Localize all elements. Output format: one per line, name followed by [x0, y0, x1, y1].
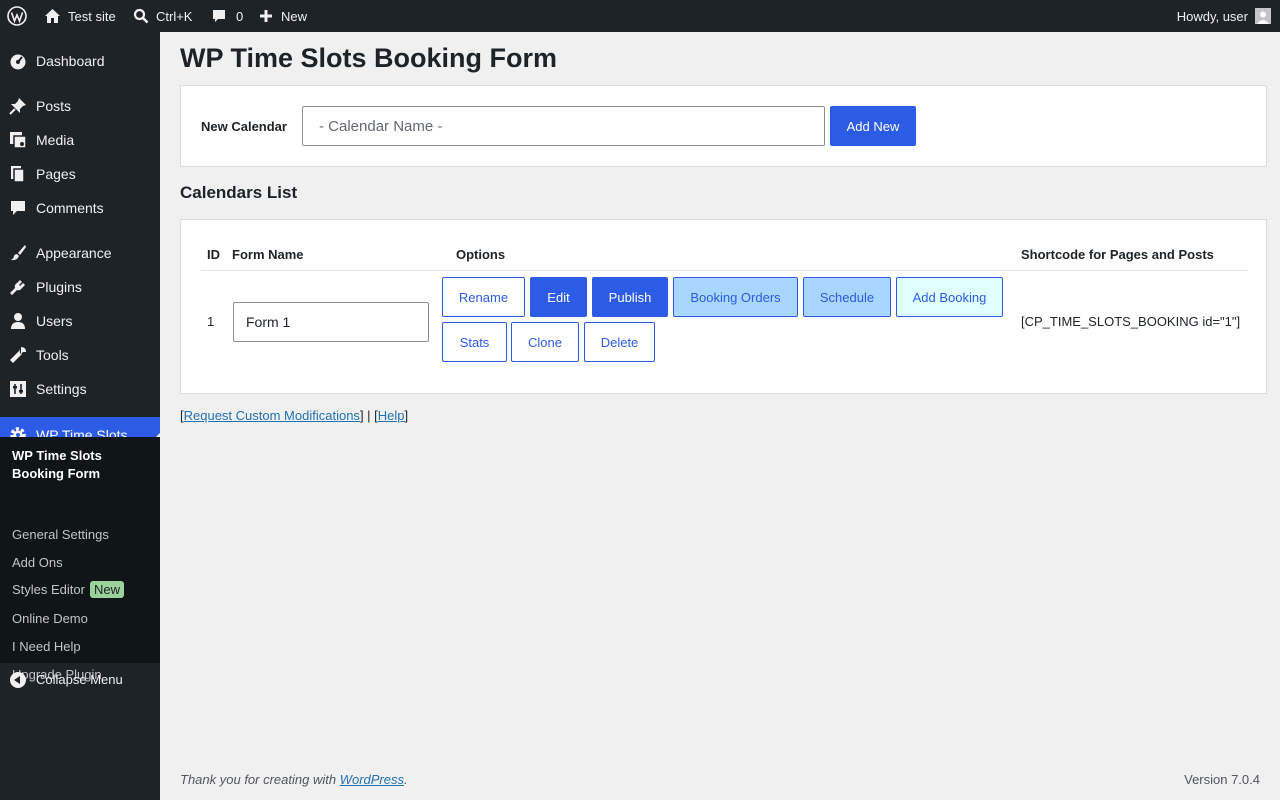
sidebar-item-label: Media	[36, 132, 75, 148]
wordpress-link[interactable]: WordPress	[340, 772, 404, 787]
sidebar-item-label: Posts	[36, 98, 72, 114]
calendar-name-input[interactable]	[302, 106, 825, 146]
collapse-menu-label: Collapse Menu	[36, 672, 123, 687]
settings-icon	[9, 380, 27, 398]
plus-icon	[260, 10, 272, 22]
site-name-link[interactable]: Test site	[44, 0, 116, 32]
footer-version: Version 7.0.4	[1184, 772, 1260, 787]
sidebar-item-comments[interactable]: Comments	[0, 198, 160, 218]
site-name: Test site	[68, 8, 116, 24]
sidebar-item-label: Users	[36, 313, 73, 329]
publish-button[interactable]: Publish	[592, 277, 668, 317]
new-calendar-label: New Calendar	[201, 119, 287, 134]
submenu-item-main[interactable]: WP Time Slots Booking Form	[12, 447, 132, 483]
sidebar-submenu: WP Time Slots Booking Form General Setti…	[0, 437, 160, 682]
row-divider	[201, 270, 1248, 271]
column-header-options: Options	[456, 247, 506, 262]
comment-icon	[9, 199, 27, 217]
media-icon	[9, 131, 27, 149]
column-header-form-name: Form Name	[232, 247, 304, 262]
sidebar-item-label: Plugins	[36, 279, 82, 295]
sidebar-item-dashboard[interactable]: Dashboard	[0, 51, 160, 71]
sidebar-item-label: Appearance	[36, 245, 112, 261]
page-title: WP Time Slots Booking Form	[180, 43, 558, 73]
calendars-table: ID Form Name Options Shortcode for Pages…	[180, 219, 1267, 394]
form-name-input[interactable]	[233, 302, 429, 342]
howdy-text: Howdy, user	[1176, 8, 1248, 24]
sidebar-item-tools[interactable]: Tools	[0, 345, 160, 365]
comments-count: 0	[236, 8, 244, 24]
calendars-list-title: Calendars List	[180, 183, 298, 202]
delete-button[interactable]: Delete	[584, 322, 655, 362]
submenu-item-need-help[interactable]: I Need Help	[12, 639, 81, 654]
footer-thanks-suffix: .	[404, 772, 408, 787]
admin-bar: Test site Ctrl+K 0 New Howdy, user	[0, 0, 1280, 32]
submenu-item-online-demo[interactable]: Online Demo	[12, 611, 88, 626]
help-link[interactable]: Help	[378, 408, 405, 423]
search-shortcut-label: Ctrl+K	[156, 8, 193, 24]
submenu-item-styles-editor[interactable]: Styles Editor New	[12, 581, 124, 598]
dashboard-icon	[9, 52, 27, 70]
pin-icon	[9, 97, 27, 115]
comments-link[interactable]: 0	[211, 0, 243, 32]
calendar-id: 1	[207, 314, 215, 329]
sidebar-item-users[interactable]: Users	[0, 311, 160, 331]
brush-icon	[9, 244, 27, 262]
schedule-button[interactable]: Schedule	[803, 277, 891, 317]
new-content-link[interactable]: New	[259, 0, 307, 32]
submenu-item-label: Styles Editor	[12, 582, 85, 597]
footer-thanks: Thank you for creating with WordPress.	[180, 772, 408, 787]
pages-icon	[9, 165, 27, 183]
request-custom-modifications-link[interactable]: Request Custom Modifications	[184, 408, 360, 423]
sidebar-item-label: Comments	[36, 200, 104, 216]
booking-orders-button[interactable]: Booking Orders	[673, 277, 798, 317]
sidebar-item-label: Pages	[36, 166, 76, 182]
footer-thanks-prefix: Thank you for creating with	[180, 772, 340, 787]
column-header-id: ID	[207, 247, 220, 262]
comment-icon	[213, 10, 225, 22]
submenu-item-add-ons[interactable]: Add Ons	[12, 555, 63, 570]
account-menu[interactable]: Howdy, user	[1177, 0, 1271, 32]
sidebar-item-label: Dashboard	[36, 53, 105, 69]
add-booking-button[interactable]: Add Booking	[896, 277, 1003, 317]
avatar	[1255, 8, 1271, 24]
sidebar-item-posts[interactable]: Posts	[0, 96, 160, 116]
search-shortcut[interactable]: Ctrl+K	[133, 0, 192, 32]
sidebar-item-plugins[interactable]: Plugins	[0, 277, 160, 297]
rename-button[interactable]: Rename	[442, 277, 525, 317]
sidebar-item-appearance[interactable]: Appearance	[0, 243, 160, 263]
sidebar-item-label: Tools	[36, 347, 69, 363]
wrench-icon	[9, 346, 27, 364]
collapse-menu-button[interactable]: Collapse Menu	[0, 670, 160, 690]
stats-button[interactable]: Stats	[442, 322, 507, 362]
home-icon	[45, 9, 60, 23]
new-label: New	[281, 8, 308, 24]
user-icon	[9, 312, 27, 330]
sidebar-item-media[interactable]: Media	[0, 130, 160, 150]
add-new-button[interactable]: Add New	[830, 106, 916, 146]
help-links: [Request Custom Modifications] | [Help]	[180, 408, 409, 423]
shortcode-text: [CP_TIME_SLOTS_BOOKING id="1"]	[1021, 314, 1241, 329]
search-icon	[133, 8, 149, 24]
edit-button[interactable]: Edit	[530, 277, 587, 317]
main-content: WP Time Slots Booking Form New Calendar …	[160, 32, 1280, 800]
column-header-shortcode: Shortcode for Pages and Posts	[1021, 247, 1214, 262]
plug-icon	[9, 278, 27, 296]
new-badge: New	[89, 581, 124, 598]
new-calendar-panel: New Calendar Add New	[180, 85, 1267, 167]
wordpress-logo-icon[interactable]	[7, 0, 27, 32]
sidebar-item-label: Settings	[36, 381, 87, 397]
sidebar-item-settings[interactable]: Settings	[0, 379, 160, 399]
sidebar-item-pages[interactable]: Pages	[0, 164, 160, 184]
clone-button[interactable]: Clone	[511, 322, 579, 362]
submenu-item-general-settings[interactable]: General Settings	[12, 527, 109, 542]
collapse-arrow-icon	[10, 672, 26, 688]
